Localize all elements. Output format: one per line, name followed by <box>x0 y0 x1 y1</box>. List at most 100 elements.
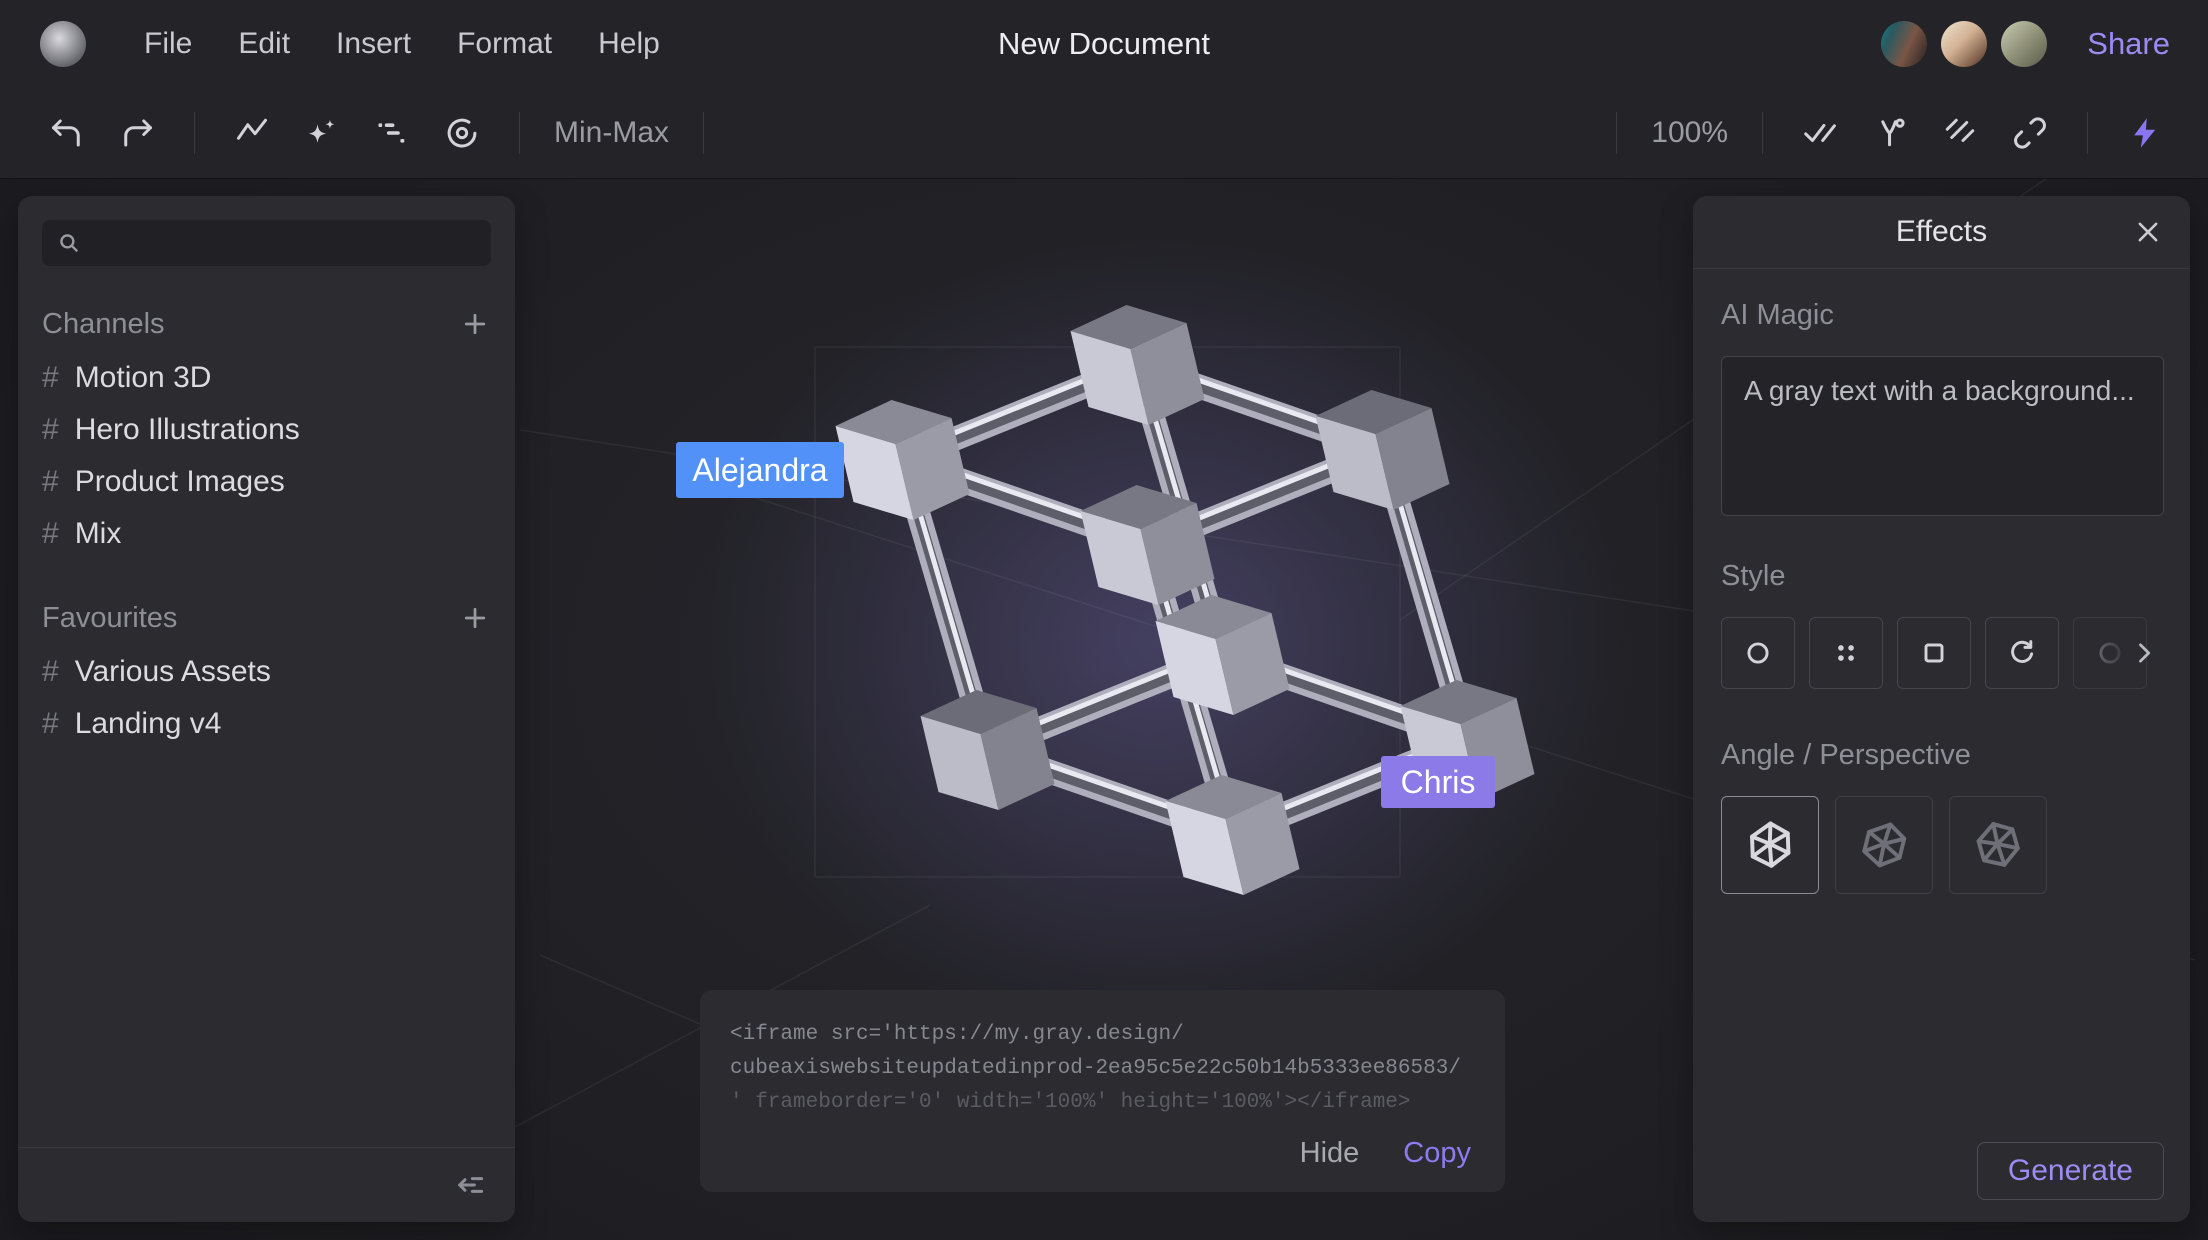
sparkles-tool-button[interactable] <box>299 110 345 156</box>
document-title: New Document <box>998 26 1210 62</box>
style-rotate-button[interactable] <box>1985 617 2059 689</box>
triple-slash-icon <box>1942 115 1978 151</box>
menu-item-help[interactable]: Help <box>598 27 660 61</box>
hide-button[interactable]: Hide <box>1300 1137 1360 1170</box>
sidebar-item-hero-illustrations[interactable]: # Hero Illustrations <box>42 404 491 456</box>
embed-code-line: <iframe src='https://my.gray.design/ <box>730 1018 1475 1052</box>
sidebar-item-label: Various Assets <box>75 655 271 689</box>
plus-icon <box>460 603 490 633</box>
collaborator-avatar[interactable] <box>2001 21 2047 67</box>
rotate-icon <box>2006 637 2038 669</box>
hash-icon: # <box>42 413 59 447</box>
toolbar-separator <box>1616 112 1617 154</box>
angle-option-2-button[interactable] <box>1835 796 1933 894</box>
toolbar-separator <box>703 112 704 154</box>
wireframe-cube-icon <box>1742 817 1798 873</box>
chevron-right-icon <box>2130 639 2158 667</box>
hash-icon: # <box>42 361 59 395</box>
redo-button[interactable] <box>114 110 160 156</box>
angle-option-1-button[interactable] <box>1721 796 1819 894</box>
undo-button[interactable] <box>44 110 90 156</box>
search-box <box>42 220 491 266</box>
close-panel-button[interactable] <box>2126 210 2170 254</box>
add-channel-button[interactable] <box>455 304 495 344</box>
sidebar-item-label: Mix <box>75 517 122 551</box>
style-label: Style <box>1721 560 2164 593</box>
collapse-sidebar-button[interactable] <box>449 1163 493 1207</box>
spiral-icon <box>444 115 480 151</box>
sidebar-item-mix[interactable]: # Mix <box>42 508 491 560</box>
menu-item-format[interactable]: Format <box>457 27 552 61</box>
embed-code-line: cubeaxiswebsiteupdatedinprod-2ea95c5e22c… <box>730 1052 1475 1086</box>
ai-lightning-button[interactable] <box>2122 110 2168 156</box>
double-check-button[interactable] <box>1797 110 1843 156</box>
share-button[interactable]: Share <box>2087 26 2170 62</box>
sidebar-item-landing-v4[interactable]: # Landing v4 <box>42 698 491 750</box>
wireframe-cube-icon <box>1964 811 2032 879</box>
four-dots-icon <box>1830 637 1862 669</box>
effects-header: Effects <box>1693 196 2190 269</box>
ai-magic-label: AI Magic <box>1721 299 2164 332</box>
style-dots-button[interactable] <box>1809 617 1883 689</box>
sidebar-item-product-images[interactable]: #Product Images <box>42 456 491 508</box>
toolbar: Min-Max 100% <box>0 88 2208 178</box>
angle-degree-icon <box>1872 115 1908 151</box>
toolbar-separator <box>519 112 520 154</box>
spiral-tool-button[interactable] <box>439 110 485 156</box>
min-max-mode-label[interactable]: Min-Max <box>554 116 669 150</box>
collaborator-cursor-chris: Chris <box>1381 756 1495 808</box>
zigzag-tool-button[interactable] <box>229 110 275 156</box>
sidebar-item-various-assets[interactable]: # Various Assets <box>42 646 491 698</box>
sparkles-icon <box>304 115 340 151</box>
style-options-row <box>1721 617 2164 689</box>
redo-icon <box>119 115 155 151</box>
menu-item-file[interactable]: File <box>144 27 192 61</box>
search-icon <box>56 230 82 256</box>
collapse-left-icon <box>455 1169 487 1201</box>
sidebar-item-label: Motion 3D <box>75 361 212 395</box>
menu-item-insert[interactable]: Insert <box>336 27 411 61</box>
main-menu: File Edit Insert Format Help <box>144 27 660 61</box>
add-favourite-button[interactable] <box>455 598 495 638</box>
collaborator-avatar[interactable] <box>1941 21 1987 67</box>
link-button[interactable] <box>2007 110 2053 156</box>
zoom-level[interactable]: 100% <box>1651 116 1728 150</box>
hash-icon: # <box>42 655 59 689</box>
menu-bar: File Edit Insert Format Help New Documen… <box>0 0 2208 88</box>
close-icon <box>2134 218 2162 246</box>
channels-sidebar: Channels # Motion 3D # Hero Illustrations … <box>18 196 515 1222</box>
generate-button[interactable]: Generate <box>1977 1142 2164 1200</box>
zigzag-line-icon <box>234 115 270 151</box>
triple-slash-button[interactable] <box>1937 110 1983 156</box>
effects-panel: Effects AI Magic A gray text with a back… <box>1693 196 2190 1222</box>
search-input[interactable] <box>92 226 477 260</box>
motion-dashes-tool-button[interactable] <box>369 110 415 156</box>
channels-section-header: Channels <box>42 308 165 341</box>
lightning-bolt-icon <box>2127 115 2163 151</box>
collaborator-cursor-alejandra: Alejandra <box>676 442 844 498</box>
style-square-button[interactable] <box>1897 617 1971 689</box>
toolbar-separator <box>1762 112 1763 154</box>
angle-degree-button[interactable] <box>1867 110 1913 156</box>
sidebar-item-motion-3d[interactable]: # Motion 3D <box>42 352 491 404</box>
toolbar-separator <box>2087 112 2088 154</box>
app-logo-icon[interactable] <box>40 21 86 67</box>
cursor-name-label: Alejandra <box>692 452 827 489</box>
hash-icon: # <box>42 517 59 551</box>
channels-list: # Motion 3D # Hero Illustrations #Product … <box>42 352 491 560</box>
collaborator-avatar[interactable] <box>1881 21 1927 67</box>
favourites-list: # Various Assets # Landing v4 <box>42 646 491 750</box>
motion-dashes-icon <box>374 115 410 151</box>
ai-magic-input[interactable]: A gray text with a background... <box>1721 356 2164 516</box>
sidebar-item-label: Landing v4 <box>75 707 222 741</box>
sidebar-item-label: Hero Illustrations <box>75 413 300 447</box>
effects-title: Effects <box>1896 215 1987 249</box>
menu-item-edit[interactable]: Edit <box>238 27 290 61</box>
hash-icon: # <box>42 707 59 741</box>
square-icon <box>1918 637 1950 669</box>
style-circle-button[interactable] <box>1721 617 1795 689</box>
undo-icon <box>49 115 85 151</box>
style-scroll-right-button[interactable] <box>2126 635 2162 671</box>
copy-button[interactable]: Copy <box>1403 1137 1471 1170</box>
angle-option-3-button[interactable] <box>1949 796 2047 894</box>
